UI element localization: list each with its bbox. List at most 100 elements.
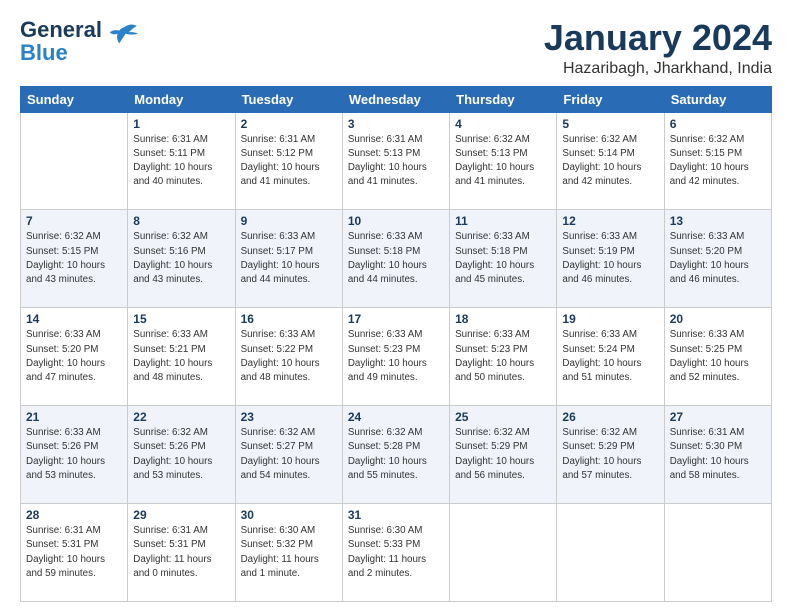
day-info: Sunrise: 6:33 AM Sunset: 5:19 PM Dayligh… <box>562 230 658 287</box>
day-cell: 28Sunrise: 6:31 AM Sunset: 5:31 PM Dayli… <box>21 504 128 602</box>
col-header-monday: Monday <box>128 86 235 112</box>
day-info: Sunrise: 6:33 AM Sunset: 5:21 PM Dayligh… <box>133 328 229 385</box>
day-number: 10 <box>348 214 444 228</box>
day-info: Sunrise: 6:32 AM Sunset: 5:29 PM Dayligh… <box>562 426 658 483</box>
day-number: 6 <box>670 117 766 131</box>
day-cell: 12 Sunrise: 6:33 AM Sunset: 5:19 PM Dayli… <box>557 210 664 308</box>
day-info: Sunrise: 6:32 AM Sunset: 5:13 PM Dayligh… <box>455 133 551 190</box>
day-number: 30 <box>241 508 337 522</box>
day-info: Sunrise: 6:32 AM Sunset: 5:14 PM Dayligh… <box>562 133 658 190</box>
day-info: Sunrise: 6:32 AM Sunset: 5:15 PM Dayligh… <box>26 230 122 287</box>
day-info: Sunrise: 6:31 AM Sunset: 5:13 PM Dayligh… <box>348 133 444 190</box>
day-number: 16 <box>241 312 337 326</box>
day-number: 9 <box>241 214 337 228</box>
day-cell: 5 Sunrise: 6:32 AM Sunset: 5:14 PM Daylig… <box>557 112 664 210</box>
day-info: Sunrise: 6:33 AM Sunset: 5:18 PM Dayligh… <box>455 230 551 287</box>
location: Hazaribagh, Jharkhand, India <box>544 60 772 78</box>
month-title: January 2024 <box>544 18 772 58</box>
day-number: 21 <box>26 410 122 424</box>
day-cell <box>664 504 771 602</box>
header: General Blue January 2024 Hazaribagh, Jh… <box>20 18 772 78</box>
day-number: 28 <box>26 508 122 522</box>
week-row-3: 14Sunrise: 6:33 AM Sunset: 5:20 PM Dayli… <box>21 308 772 406</box>
day-number: 19 <box>562 312 658 326</box>
day-info: Sunrise: 6:32 AM Sunset: 5:27 PM Dayligh… <box>241 426 337 483</box>
week-row-2: 7 Sunrise: 6:32 AM Sunset: 5:15 PM Daylig… <box>21 210 772 308</box>
logo-blue: Blue <box>20 41 102 64</box>
col-header-friday: Friday <box>557 86 664 112</box>
day-cell: 14Sunrise: 6:33 AM Sunset: 5:20 PM Dayli… <box>21 308 128 406</box>
day-cell: 10 Sunrise: 6:33 AM Sunset: 5:18 PM Dayli… <box>342 210 449 308</box>
day-cell: 1 Sunrise: 6:31 AM Sunset: 5:11 PM Daylig… <box>128 112 235 210</box>
day-number: 24 <box>348 410 444 424</box>
day-cell: 17Sunrise: 6:33 AM Sunset: 5:23 PM Dayli… <box>342 308 449 406</box>
logo-general: General <box>20 18 102 41</box>
page: General Blue January 2024 Hazaribagh, Jh… <box>0 0 792 612</box>
day-cell <box>557 504 664 602</box>
calendar-table: SundayMondayTuesdayWednesdayThursdayFrid… <box>20 86 772 602</box>
day-info: Sunrise: 6:32 AM Sunset: 5:16 PM Dayligh… <box>133 230 229 287</box>
day-info: Sunrise: 6:33 AM Sunset: 5:25 PM Dayligh… <box>670 328 766 385</box>
day-info: Sunrise: 6:32 AM Sunset: 5:26 PM Dayligh… <box>133 426 229 483</box>
day-number: 31 <box>348 508 444 522</box>
day-number: 11 <box>455 214 551 228</box>
day-cell: 24Sunrise: 6:32 AM Sunset: 5:28 PM Dayli… <box>342 406 449 504</box>
day-number: 1 <box>133 117 229 131</box>
day-number: 13 <box>670 214 766 228</box>
day-cell: 6 Sunrise: 6:32 AM Sunset: 5:15 PM Daylig… <box>664 112 771 210</box>
day-info: Sunrise: 6:33 AM Sunset: 5:17 PM Dayligh… <box>241 230 337 287</box>
day-number: 5 <box>562 117 658 131</box>
day-number: 3 <box>348 117 444 131</box>
day-cell: 7 Sunrise: 6:32 AM Sunset: 5:15 PM Daylig… <box>21 210 128 308</box>
day-info: Sunrise: 6:33 AM Sunset: 5:24 PM Dayligh… <box>562 328 658 385</box>
day-cell: 21Sunrise: 6:33 AM Sunset: 5:26 PM Dayli… <box>21 406 128 504</box>
day-cell: 23 Sunrise: 6:32 AM Sunset: 5:27 PM Dayli… <box>235 406 342 504</box>
week-row-4: 21Sunrise: 6:33 AM Sunset: 5:26 PM Dayli… <box>21 406 772 504</box>
day-info: Sunrise: 6:33 AM Sunset: 5:18 PM Dayligh… <box>348 230 444 287</box>
day-cell: 25Sunrise: 6:32 AM Sunset: 5:29 PM Dayli… <box>450 406 557 504</box>
day-info: Sunrise: 6:33 AM Sunset: 5:23 PM Dayligh… <box>455 328 551 385</box>
col-header-thursday: Thursday <box>450 86 557 112</box>
day-number: 8 <box>133 214 229 228</box>
day-info: Sunrise: 6:33 AM Sunset: 5:20 PM Dayligh… <box>670 230 766 287</box>
day-cell: 31 Sunrise: 6:30 AM Sunset: 5:33 PM Dayli… <box>342 504 449 602</box>
day-info: Sunrise: 6:31 AM Sunset: 5:30 PM Dayligh… <box>670 426 766 483</box>
week-row-1: 1 Sunrise: 6:31 AM Sunset: 5:11 PM Daylig… <box>21 112 772 210</box>
day-info: Sunrise: 6:32 AM Sunset: 5:15 PM Dayligh… <box>670 133 766 190</box>
day-cell: 26Sunrise: 6:32 AM Sunset: 5:29 PM Dayli… <box>557 406 664 504</box>
day-number: 20 <box>670 312 766 326</box>
day-info: Sunrise: 6:33 AM Sunset: 5:22 PM Dayligh… <box>241 328 337 385</box>
day-number: 2 <box>241 117 337 131</box>
day-info: Sunrise: 6:31 AM Sunset: 5:31 PM Dayligh… <box>133 524 229 581</box>
day-cell: 3 Sunrise: 6:31 AM Sunset: 5:13 PM Daylig… <box>342 112 449 210</box>
week-row-5: 28 Sunrise: 6:31 AM Sunset: 5:31 PM Dayli… <box>21 504 772 602</box>
day-number: 22 <box>133 410 229 424</box>
col-header-tuesday: Tuesday <box>235 86 342 112</box>
title-block: January 2024 Hazaribagh, Jharkhand, Indi… <box>544 18 772 78</box>
logo-bird-icon <box>108 21 140 53</box>
day-info: Sunrise: 6:31 AM Sunset: 5:12 PM Dayligh… <box>241 133 337 190</box>
day-cell: 8 Sunrise: 6:32 AM Sunset: 5:16 PM Daylig… <box>128 210 235 308</box>
calendar-body: 1 Sunrise: 6:31 AM Sunset: 5:11 PM Daylig… <box>21 112 772 601</box>
day-number: 18 <box>455 312 551 326</box>
day-info: Sunrise: 6:30 AM Sunset: 5:32 PM Dayligh… <box>241 524 337 581</box>
day-cell: 19 Sunrise: 6:33 AM Sunset: 5:24 PM Dayli… <box>557 308 664 406</box>
day-cell: 29 Sunrise: 6:31 AM Sunset: 5:31 PM Dayli… <box>128 504 235 602</box>
day-number: 29 <box>133 508 229 522</box>
day-cell: 30 Sunrise: 6:30 AM Sunset: 5:32 PM Dayli… <box>235 504 342 602</box>
day-number: 7 <box>26 214 122 228</box>
day-info: Sunrise: 6:31 AM Sunset: 5:11 PM Dayligh… <box>133 133 229 190</box>
day-info: Sunrise: 6:33 AM Sunset: 5:20 PM Dayligh… <box>26 328 122 385</box>
day-cell: 20 Sunrise: 6:33 AM Sunset: 5:25 PM Dayli… <box>664 308 771 406</box>
col-header-saturday: Saturday <box>664 86 771 112</box>
day-cell <box>450 504 557 602</box>
day-number: 12 <box>562 214 658 228</box>
day-cell: 9 Sunrise: 6:33 AM Sunset: 5:17 PM Daylig… <box>235 210 342 308</box>
day-cell: 15 Sunrise: 6:33 AM Sunset: 5:21 PM Dayli… <box>128 308 235 406</box>
day-number: 17 <box>348 312 444 326</box>
day-number: 23 <box>241 410 337 424</box>
day-cell: 22 Sunrise: 6:32 AM Sunset: 5:26 PM Dayli… <box>128 406 235 504</box>
day-number: 15 <box>133 312 229 326</box>
day-info: Sunrise: 6:30 AM Sunset: 5:33 PM Dayligh… <box>348 524 444 581</box>
col-header-wednesday: Wednesday <box>342 86 449 112</box>
